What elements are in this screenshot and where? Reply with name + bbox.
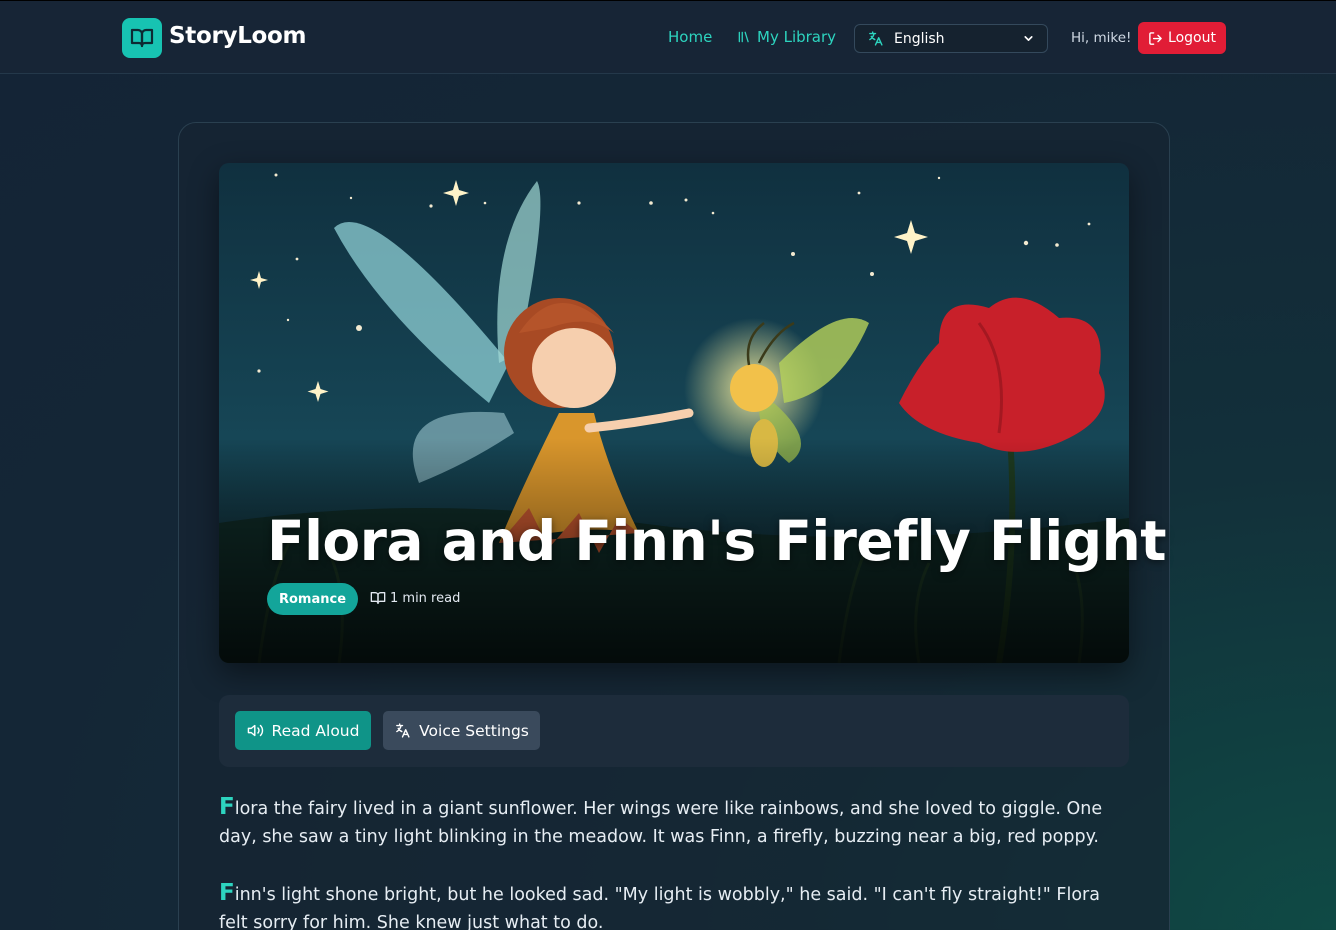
nav-library-link[interactable]: My Library [737,28,836,46]
drop-cap: F [219,880,235,906]
story-cover-image [219,163,1129,663]
logout-icon [1149,31,1162,45]
read-aloud-button[interactable]: Read Aloud [235,711,371,750]
fairy-illustration [219,163,1129,663]
read-time-label: 1 min read [390,590,461,606]
language-value: English [894,30,945,47]
story-title: Flora and Finn's Firefly Flight [267,509,1167,573]
nav-home-label: Home [668,28,713,46]
story-body: Flora the fairy lived in a giant sunflow… [219,793,1129,930]
user-greeting: Hi, mike! [1071,30,1132,46]
nav-library-label: My Library [757,28,837,46]
genre-badge[interactable]: Romance [267,583,358,615]
story-paragraph: Finn's light shone bright, but he looked… [219,879,1129,930]
library-icon [738,31,749,43]
open-book-icon [130,28,154,48]
voice-settings-label: Voice Settings [419,721,529,740]
speaker-icon [247,724,263,737]
drop-cap: F [219,794,235,820]
nav-home-link[interactable]: Home [668,28,712,46]
paragraph-text: lora the fairy lived in a giant sunflowe… [219,799,1103,847]
paragraph-text: inn's light shone bright, but he looked … [219,885,1100,930]
navbar: StoryLoom Home My Library English Hi, mi… [0,0,1336,74]
book-icon [370,592,386,604]
logout-button[interactable]: Logout [1138,22,1226,54]
story-paragraph: Flora the fairy lived in a giant sunflow… [219,793,1129,851]
voice-settings-button[interactable]: Voice Settings [383,711,540,750]
read-aloud-label: Read Aloud [271,721,360,740]
app-name[interactable]: StoryLoom [169,23,307,49]
read-time: 1 min read [370,590,460,606]
translate-icon [396,723,410,738]
logout-label: Logout [1168,30,1216,46]
language-select[interactable]: English [854,24,1048,53]
translate-icon [869,31,883,46]
logo[interactable] [122,18,162,58]
chevron-down-icon [1024,36,1033,41]
